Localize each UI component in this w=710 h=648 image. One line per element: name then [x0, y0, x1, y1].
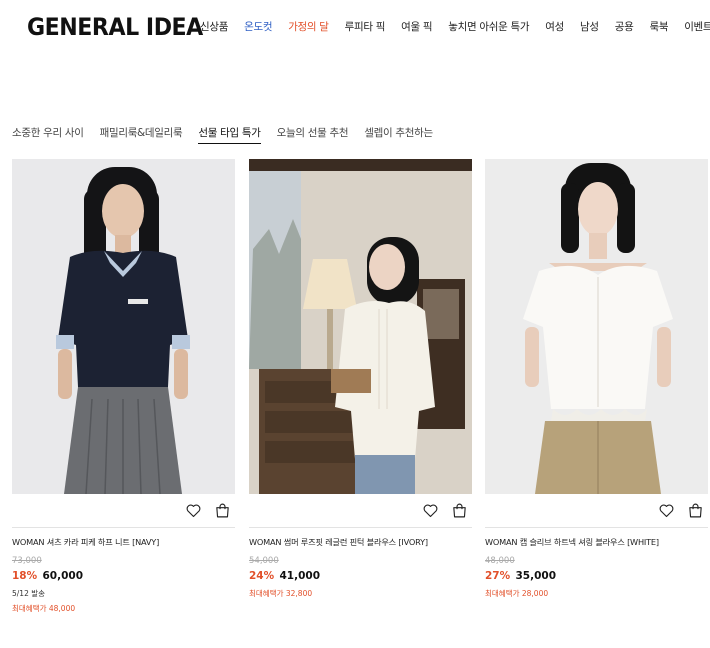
price-row: 27% 35,000 — [485, 570, 556, 582]
card-divider — [249, 527, 472, 528]
product-actions — [185, 502, 231, 519]
card-divider — [485, 527, 708, 528]
nav-item-men[interactable]: 남성 — [580, 19, 599, 34]
nav-item-special-deal[interactable]: 놓치면 아쉬운 특가 — [448, 19, 529, 34]
sale-price: 60,000 — [42, 570, 84, 582]
max-benefit-price: 최대혜택가 32,800 — [249, 589, 313, 598]
price-row: 18% 60,000 — [12, 570, 83, 582]
tab-family-daily-look[interactable]: 패밀리룩&데일리룩 — [100, 125, 183, 144]
shopping-bag-icon[interactable] — [451, 502, 468, 519]
price-row: 24% 41,000 — [249, 570, 320, 582]
product-actions — [422, 502, 468, 519]
site-header: GENERAL IDEA 신상품 온도컷 가정의 달 루피타 픽 여울 픽 놓치… — [0, 0, 710, 56]
nav-item-unisex[interactable]: 공용 — [615, 19, 634, 34]
tab-todays-gift[interactable]: 오늘의 선물 추천 — [277, 125, 349, 144]
product-name[interactable]: WOMAN 셔츠 카라 피케 하프 니트 [NAVY] — [12, 536, 159, 548]
original-price: 54,000 — [249, 556, 279, 566]
original-price: 73,000 — [12, 556, 42, 566]
heart-icon[interactable] — [422, 502, 439, 519]
product-image[interactable] — [485, 159, 708, 494]
product-name[interactable]: WOMAN 캡 슬리브 하트넥 셔링 블라우스 [WHITE] — [485, 536, 659, 548]
original-price: 48,000 — [485, 556, 515, 566]
brand-logo[interactable]: GENERAL IDEA — [27, 13, 203, 41]
tab-our-relationship[interactable]: 소중한 우리 사이 — [12, 125, 84, 144]
max-benefit-price: 최대혜택가 48,000 — [12, 604, 76, 613]
product-image[interactable] — [12, 159, 235, 494]
max-benefit-price: 최대혜택가 28,000 — [485, 589, 549, 598]
product-image[interactable] — [249, 159, 472, 494]
nav-item-temperature-cut[interactable]: 온도컷 — [244, 19, 272, 34]
shopping-bag-icon[interactable] — [687, 502, 704, 519]
tab-celeb-recommends[interactable]: 셀렙이 추천하는 — [364, 125, 433, 144]
sale-price: 41,000 — [279, 570, 321, 582]
main-nav: 신상품 온도컷 가정의 달 루피타 픽 여울 픽 놓치면 아쉬운 특가 여성 남… — [200, 19, 710, 34]
discount-rate: 24% — [249, 570, 275, 582]
shopping-bag-icon[interactable] — [214, 502, 231, 519]
nav-item-women[interactable]: 여성 — [545, 19, 564, 34]
product-name[interactable]: WOMAN 썸머 루즈핏 레글런 핀턱 블라우스 [IVORY] — [249, 536, 428, 548]
card-divider — [12, 527, 235, 528]
tab-gift-type-deal[interactable]: 선물 타입 특가 — [198, 125, 261, 144]
category-tabs: 소중한 우리 사이 패밀리룩&데일리룩 선물 타입 특가 오늘의 선물 추천 셀… — [12, 125, 449, 144]
heart-icon[interactable] — [658, 502, 675, 519]
product-actions — [658, 502, 704, 519]
nav-item-yeoul-pick[interactable]: 여울 픽 — [401, 19, 432, 34]
nav-item-lupita-pick[interactable]: 루피타 픽 — [345, 19, 386, 34]
nav-item-lookbook[interactable]: 룩북 — [649, 19, 668, 34]
discount-rate: 18% — [12, 570, 38, 582]
nav-item-event[interactable]: 이벤트 — [684, 19, 710, 34]
nav-item-family-month[interactable]: 가정의 달 — [288, 19, 329, 34]
nav-item-new[interactable]: 신상품 — [200, 19, 228, 34]
shipping-date: 5/12 발송 — [12, 589, 46, 598]
sale-price: 35,000 — [515, 570, 557, 582]
heart-icon[interactable] — [185, 502, 202, 519]
discount-rate: 27% — [485, 570, 511, 582]
